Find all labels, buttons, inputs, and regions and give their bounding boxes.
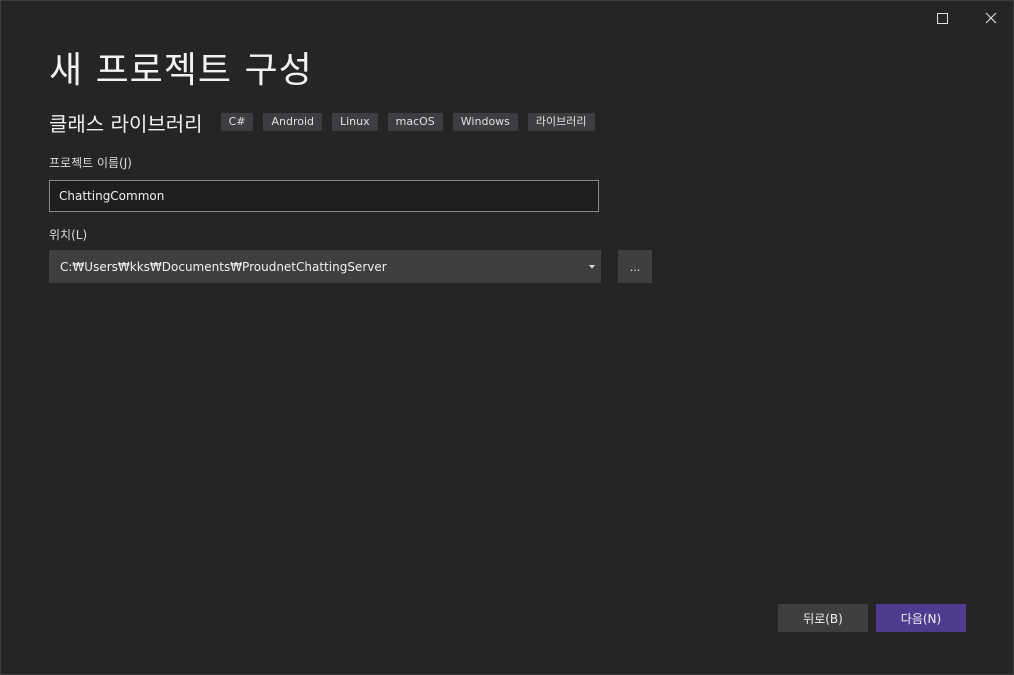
chevron-down-icon[interactable]: [585, 250, 599, 283]
tag-csharp: C#: [220, 113, 254, 131]
tag-android: Android: [263, 113, 322, 131]
maximize-icon: [936, 12, 948, 24]
location-label: 위치(L): [49, 228, 88, 242]
browse-location-button[interactable]: ...: [618, 250, 652, 283]
tag-linux: Linux: [332, 113, 378, 131]
next-button[interactable]: 다음(N): [876, 604, 966, 632]
back-button[interactable]: 뒤로(B): [778, 604, 868, 632]
maximize-button[interactable]: [919, 1, 965, 35]
page-title: 새 프로젝트 구성: [49, 50, 313, 91]
close-icon: [985, 12, 997, 24]
configure-project-dialog: 새 프로젝트 구성 클래스 라이브러리 C# Android Linux mac…: [0, 0, 1014, 675]
project-name-input[interactable]: [49, 180, 599, 212]
template-info: 클래스 라이브러리 C# Android Linux macOS Windows…: [49, 107, 605, 137]
location-select[interactable]: C:₩Users₩kks₩Documents₩ProudnetChattingS…: [49, 250, 601, 283]
tag-windows: Windows: [452, 113, 518, 131]
close-button[interactable]: [968, 1, 1013, 35]
location-value: C:₩Users₩kks₩Documents₩ProudnetChattingS…: [60, 259, 387, 274]
template-name: 클래스 라이브러리: [49, 111, 203, 136]
tag-library: 라이브러리: [527, 113, 595, 131]
project-name-label: 프로젝트 이름(J): [49, 156, 132, 170]
tag-macos: macOS: [387, 113, 443, 131]
